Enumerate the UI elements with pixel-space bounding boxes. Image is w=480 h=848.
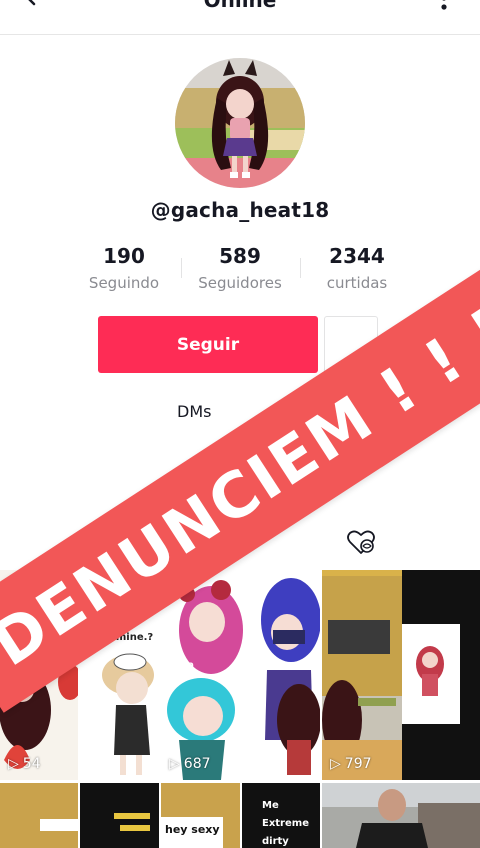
followers-label: Seguidores	[198, 274, 282, 292]
video-tile[interactable]: Me Extreme dirty	[242, 783, 320, 848]
page-title: Online	[203, 0, 277, 12]
video-thumbnail	[322, 570, 480, 780]
bio-text: DMs	[177, 402, 212, 421]
view-count: ▷ 797	[330, 756, 372, 772]
video-caption: Me Extreme dirty	[262, 800, 309, 847]
avatar[interactable]	[175, 58, 305, 188]
follow-button[interactable]: Seguir	[98, 316, 318, 373]
video-thumbnail	[0, 783, 78, 848]
video-tile[interactable]	[80, 783, 159, 848]
play-icon: ▷	[169, 756, 180, 772]
liked-videos-tab-icon[interactable]	[346, 530, 376, 556]
stat-likes[interactable]: 2344 curtidas	[297, 244, 417, 292]
video-thumbnail	[322, 783, 480, 848]
view-count: ▷ 54	[8, 756, 41, 772]
video-thumbnail	[80, 783, 159, 848]
video-tile[interactable]: ▷ 797	[322, 570, 480, 780]
view-count: ▷ 687	[169, 756, 211, 772]
video-caption: hey sexy	[165, 823, 220, 836]
video-caption: Ela	[177, 660, 195, 671]
video-tile[interactable]: hey sexy	[161, 783, 240, 848]
play-icon: ▷	[330, 756, 341, 772]
top-bar: Online	[0, 0, 480, 35]
video-tile[interactable]: Ela ▷ 687	[161, 570, 320, 780]
avatar-image	[175, 58, 305, 188]
stat-followers[interactable]: 589 Seguidores	[180, 244, 300, 292]
following-count: 190	[103, 244, 145, 268]
play-icon: ▷	[8, 756, 19, 772]
video-thumbnail	[161, 783, 240, 848]
likes-count: 2344	[329, 244, 385, 268]
username: @gacha_heat18	[150, 198, 330, 222]
stat-following[interactable]: 190 Seguindo	[64, 244, 184, 292]
video-tile[interactable]	[322, 783, 480, 848]
following-label: Seguindo	[88, 274, 160, 292]
more-options-icon[interactable]	[440, 0, 448, 16]
likes-label: curtidas	[326, 274, 388, 292]
video-thumbnail	[161, 570, 320, 780]
followers-count: 589	[219, 244, 261, 268]
video-tile[interactable]	[0, 783, 78, 848]
